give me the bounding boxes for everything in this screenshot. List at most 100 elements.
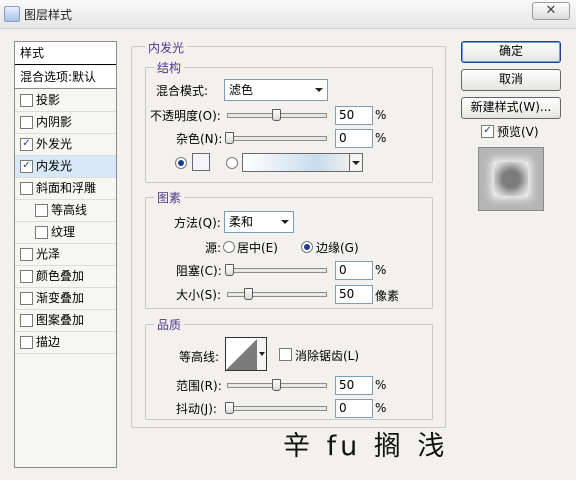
blend-mode-value: 滤色 [229,83,254,97]
noise-slider-thumb[interactable] [225,132,234,144]
source-center-radio[interactable] [223,241,235,253]
color-radio[interactable] [175,157,187,169]
style-item[interactable]: 等高线 [15,200,116,222]
opacity-unit: % [375,108,387,122]
blend-options-item[interactable]: 混合选项:默认 [15,66,116,89]
noise-unit: % [375,131,387,145]
opacity-label: 不透明度(O): [150,109,221,123]
gradient-radio[interactable] [226,157,238,169]
anti-alias-label: 消除锯齿(L) [295,349,360,363]
range-slider-thumb[interactable] [272,379,281,391]
styles-header[interactable]: 样式 [15,42,116,65]
style-item[interactable]: 光泽 [15,244,116,266]
choke-input[interactable]: 0 [335,261,373,280]
method-value: 柔和 [229,215,254,229]
style-item-label: 纹理 [51,225,76,239]
contour-label: 等高线: [179,350,220,364]
cancel-button[interactable]: 取消 [461,69,561,91]
source-edge-label: 边缘(G) [316,241,359,255]
contour-dropdown-button[interactable] [257,337,267,371]
new-style-button[interactable]: 新建样式(W)... [461,97,561,119]
range-input[interactable]: 50 [335,376,373,395]
style-item-label: 图案叠加 [36,313,85,327]
method-dropdown[interactable]: 柔和 [224,211,294,233]
style-item-label: 等高线 [51,203,88,217]
style-item-checkbox[interactable] [20,314,33,327]
noise-slider[interactable] [227,136,327,141]
jitter-input[interactable]: 0 [335,399,373,418]
contour-curve-icon [226,338,258,370]
style-item-checkbox[interactable] [20,270,33,283]
size-slider[interactable] [227,292,327,297]
style-item-checkbox[interactable] [35,226,48,239]
watermark-text: 辛 fu 搁 浅 [283,431,449,462]
style-item[interactable]: 纹理 [15,222,116,244]
jitter-label: 抖动(J): [176,402,217,416]
opacity-slider-thumb[interactable] [272,109,281,121]
preview-thumbnail [478,147,544,211]
structure-title: 结构 [154,59,185,76]
close-button[interactable]: ✕ [532,2,570,20]
size-slider-thumb[interactable] [243,288,253,300]
glow-color-swatch[interactable] [192,153,210,171]
style-item-label: 渐变叠加 [36,291,85,305]
jitter-slider-thumb[interactable] [225,402,234,414]
style-item-checkbox[interactable] [20,248,33,261]
style-item-label: 内阴影 [36,115,73,129]
style-item-label: 投影 [36,93,61,107]
style-item-checkbox[interactable] [20,182,33,195]
method-label: 方法(Q): [174,216,221,230]
style-item[interactable]: 投影 [15,90,116,112]
opacity-input[interactable]: 50 [335,106,373,125]
style-item[interactable]: 描边 [15,332,116,354]
ok-button[interactable]: 确定 [461,41,561,63]
style-item[interactable]: 渐变叠加 [15,288,116,310]
range-label: 范围(R): [176,379,222,393]
chevron-down-icon [259,352,265,356]
chevron-down-icon [352,161,360,165]
style-item[interactable]: 内阴影 [15,112,116,134]
style-item-checkbox[interactable]: ✓ [20,160,33,173]
style-item-checkbox[interactable] [20,336,33,349]
style-item-label: 外发光 [36,137,73,151]
gradient-picker[interactable] [242,153,350,172]
style-item-checkbox[interactable]: ✓ [20,138,33,151]
range-unit: % [375,378,387,392]
app-icon [4,6,20,22]
style-item-checkbox[interactable] [20,116,33,129]
style-item[interactable]: 图案叠加 [15,310,116,332]
choke-slider-thumb[interactable] [225,264,234,276]
source-label: 源: [205,241,222,255]
noise-label: 杂色(N): [176,132,223,146]
size-input[interactable]: 50 [335,285,373,304]
style-item[interactable]: 斜面和浮雕 [15,178,116,200]
style-item[interactable]: ✓ 内发光 [15,156,116,178]
choke-label: 阻塞(C): [176,264,222,278]
title-bar: 图层样式 ✕ [0,0,576,29]
noise-input[interactable]: 0 [335,129,373,148]
contour-picker[interactable] [225,337,259,371]
source-center-label: 居中(E) [237,241,278,255]
chevron-down-icon [281,220,289,224]
chevron-down-icon [315,88,323,92]
source-edge-radio[interactable] [301,241,313,253]
choke-slider[interactable] [227,268,327,273]
style-item-checkbox[interactable] [35,204,48,217]
styles-list: 样式 混合选项:默认 投影 内阴影 ✓ 外发光 ✓ 内发光 斜面和浮雕 等高线 纹理 光泽 颜色叠加… [14,41,117,468]
style-item[interactable]: 颜色叠加 [15,266,116,288]
style-item[interactable]: ✓ 外发光 [15,134,116,156]
style-item-checkbox[interactable] [20,292,33,305]
preview-check-icon[interactable]: ✓ [481,125,494,138]
gradient-dropdown-button[interactable] [349,153,363,172]
jitter-slider[interactable] [227,406,327,411]
blend-mode-label: 混合模式: [156,84,209,98]
elements-title: 图素 [154,189,185,206]
style-item-label: 描边 [36,335,61,349]
style-item-checkbox[interactable] [20,94,33,107]
size-label: 大小(S): [176,288,222,302]
jitter-unit: % [375,401,387,415]
blend-mode-dropdown[interactable]: 滤色 [224,79,328,101]
style-item-label: 光泽 [36,247,61,261]
preview-label: 预览(V) [497,125,539,139]
anti-alias-checkbox[interactable] [279,348,292,361]
